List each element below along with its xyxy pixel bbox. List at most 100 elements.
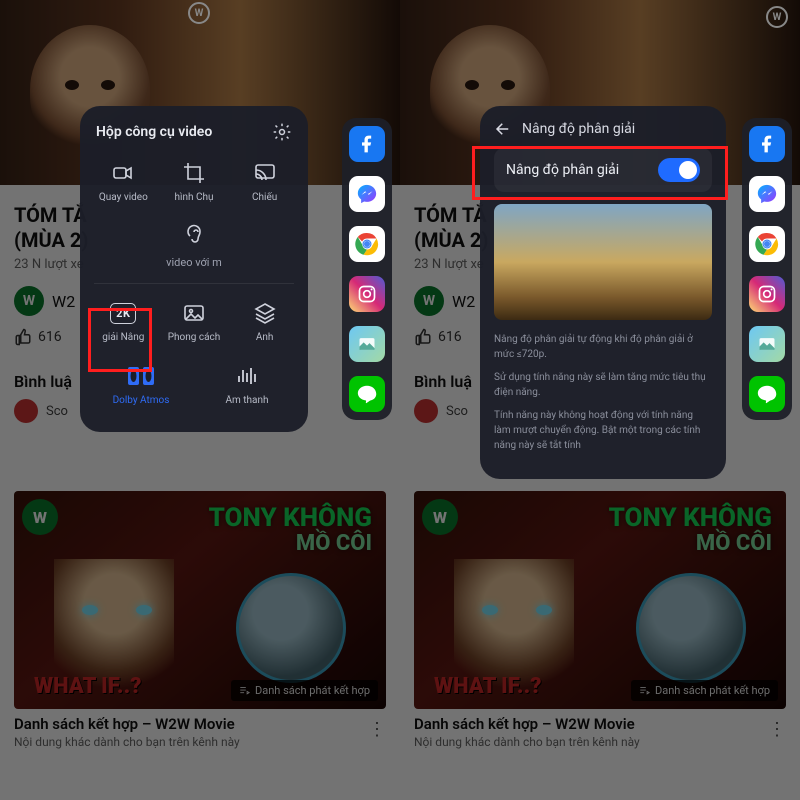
card-title[interactable]: Danh sách kết hợp – W2W Movie [14, 715, 386, 733]
line-icon [756, 383, 778, 405]
card-whatif-label: WHAT IF..? [434, 674, 541, 699]
gallery-icon [357, 334, 377, 354]
card-figure-eyes [82, 605, 152, 617]
resolution-toggle-row[interactable]: Nâng độ phân giải [494, 148, 712, 192]
messenger-icon [356, 183, 378, 205]
card-meta: Danh sách kết hợp – W2W Movie Nội dung k… [14, 715, 386, 749]
thumb-up-icon [14, 328, 32, 346]
commenter-name: Sco [446, 404, 468, 419]
ear-icon [182, 222, 206, 246]
split-view: TÓM TẮ (MÙA 2) 23 N lượt xe W W2 616 Bìn… [0, 0, 800, 800]
video-toolbox-panel: Hộp công cụ video Quay video hình Chụ Ch… [80, 106, 308, 432]
card-channel-badge: W [22, 499, 58, 535]
app-line[interactable] [349, 376, 385, 412]
commenter-name: Sco [46, 404, 68, 419]
studio-badge: W [766, 6, 788, 28]
resolution-header: Nâng độ phân giải [494, 120, 712, 138]
thumb-up-icon [414, 328, 432, 346]
app-messenger[interactable] [349, 176, 385, 212]
messenger-icon [756, 183, 778, 205]
layers-icon [253, 301, 277, 325]
card-whatif-label: WHAT IF..? [34, 674, 141, 699]
gallery-icon [757, 334, 777, 354]
app-gallery[interactable] [349, 326, 385, 362]
app-chrome[interactable] [749, 226, 785, 262]
tool-resolution[interactable]: 2K giải Nâng [90, 292, 157, 351]
tool-row-2: video với m [90, 215, 298, 275]
instagram-icon [357, 284, 377, 304]
like-count: 616 [438, 329, 462, 345]
tool-row-3: 2K giải Nâng Phong cách Ảnh [90, 292, 298, 351]
tool-row-1: Quay video hình Chụ Chiếu [90, 152, 298, 211]
tool-row-4: Dolby Atmos Âm thanh [90, 355, 298, 414]
chrome-icon [755, 232, 779, 256]
playlist-card[interactable]: W TONY KHÔNG MỒ CÔI WHAT IF..? Danh sách… [14, 491, 386, 709]
channel-name: W2 [52, 292, 75, 311]
divider [94, 283, 294, 284]
crop-icon [182, 161, 206, 185]
quick-app-sidebar [342, 118, 392, 420]
tool-image[interactable]: Ảnh [231, 292, 298, 351]
more-icon[interactable]: ⋮ [768, 719, 786, 740]
channel-avatar[interactable]: W [414, 286, 444, 316]
resolution-description: Nâng độ phân giải tự động khi độ phân gi… [494, 332, 712, 453]
toggle-label: Nâng độ phân giải [506, 162, 619, 178]
back-arrow-icon[interactable] [494, 120, 512, 138]
playlist-tag: Danh sách phát kết hợp [231, 680, 378, 701]
cast-icon [253, 161, 277, 185]
card-meta: Danh sách kết hợp – W2W Movie Nội dung k… [414, 715, 786, 749]
pane-right: TÓM TẮ (MÙA 2) 23 N lượt xe W W2 616 Bìn… [400, 0, 800, 800]
app-gallery[interactable] [749, 326, 785, 362]
tool-dolby[interactable]: Dolby Atmos [90, 355, 192, 414]
more-icon[interactable]: ⋮ [368, 719, 386, 740]
playlist-card[interactable]: W TONY KHÔNG MỒ CÔI WHAT IF..? Danh sách… [414, 491, 786, 709]
chrome-icon [355, 232, 379, 256]
line-icon [356, 383, 378, 405]
like-count: 616 [38, 329, 62, 345]
toggle-switch[interactable] [658, 158, 700, 182]
instagram-icon [757, 284, 777, 304]
tool-screenshot[interactable]: hình Chụ [161, 152, 228, 211]
channel-avatar[interactable]: W [14, 286, 44, 316]
commenter-avatar [414, 399, 438, 423]
gear-icon[interactable] [272, 122, 292, 142]
card-title[interactable]: Danh sách kết hợp – W2W Movie [414, 715, 786, 733]
tool-listen[interactable]: video với m [90, 215, 298, 275]
app-facebook[interactable] [749, 126, 785, 162]
card-bubble [236, 573, 346, 683]
panel-header: Hộp công cụ video [90, 122, 298, 152]
playlist-icon [239, 685, 251, 697]
pane-left: TÓM TẮ (MÙA 2) 23 N lượt xe W W2 616 Bìn… [0, 0, 400, 800]
app-instagram[interactable] [749, 276, 785, 312]
card-headline: TONY KHÔNG MỒ CÔI [209, 505, 372, 555]
camcorder-icon [111, 161, 135, 185]
tool-cast[interactable]: Chiếu [231, 152, 298, 211]
playlist-icon [639, 685, 651, 697]
app-line[interactable] [749, 376, 785, 412]
card-subtitle: Nội dung khác dành cho bạn trên kênh này [414, 735, 786, 749]
studio-badge: W [188, 2, 210, 24]
panel-title: Hộp công cụ video [96, 124, 212, 140]
commenter-avatar [14, 399, 38, 423]
card-channel-badge: W [422, 499, 458, 535]
tool-sound[interactable]: Âm thanh [196, 355, 298, 414]
card-headline: TONY KHÔNG MỒ CÔI [609, 505, 772, 555]
quick-app-sidebar [742, 118, 792, 420]
tool-style[interactable]: Phong cách [161, 292, 228, 351]
dolby-icon [128, 367, 154, 385]
app-instagram[interactable] [349, 276, 385, 312]
resolution-preview [494, 204, 712, 320]
image-icon [182, 301, 206, 325]
2k-icon: 2K [110, 303, 136, 324]
facebook-icon [757, 134, 777, 154]
resolution-panel: Nâng độ phân giải Nâng độ phân giải Nâng… [480, 106, 726, 479]
channel-name: W2 [452, 292, 475, 311]
card-subtitle: Nội dung khác dành cho bạn trên kênh này [14, 735, 386, 749]
facebook-icon [357, 134, 377, 154]
tool-record[interactable]: Quay video [90, 152, 157, 211]
app-facebook[interactable] [349, 126, 385, 162]
card-figure-eyes [482, 605, 552, 617]
app-chrome[interactable] [349, 226, 385, 262]
app-messenger[interactable] [749, 176, 785, 212]
card-bubble [636, 573, 746, 683]
